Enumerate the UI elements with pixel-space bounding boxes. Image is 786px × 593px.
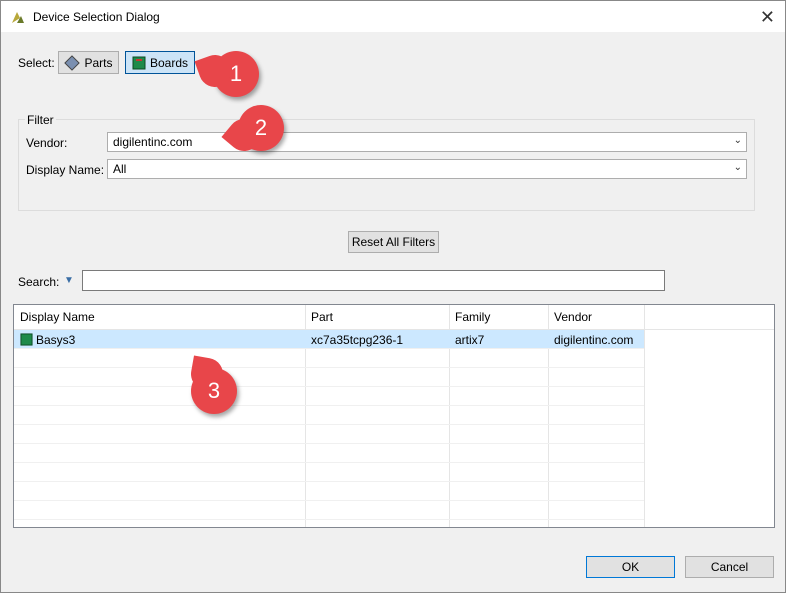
close-icon[interactable]: ✕: [760, 7, 775, 28]
chevron-down-icon: ⌄: [733, 135, 742, 146]
cell-display-name: Basys3: [36, 332, 76, 347]
board-icon: [132, 56, 146, 69]
search-input[interactable]: [82, 270, 665, 291]
boards-label: Boards: [149, 55, 189, 70]
callout-marker-1: 1: [194, 50, 259, 97]
boards-table: Display Name Part Family Vendor Basys3 x…: [13, 304, 775, 528]
vendor-value: digilentinc.com: [113, 135, 193, 149]
callout-marker-2: 2: [221, 105, 284, 158]
parts-label: Parts: [84, 55, 113, 70]
vivado-logo-icon: [12, 11, 24, 23]
select-label: Select:: [18, 56, 55, 70]
title-bar: Device Selection Dialog ✕: [1, 1, 785, 32]
ok-button[interactable]: OK: [586, 556, 675, 578]
board-icon: [20, 333, 33, 346]
dialog-window: Device Selection Dialog ✕ Select: Parts …: [0, 0, 786, 593]
filter-legend: Filter: [25, 113, 56, 127]
column-header-family[interactable]: Family: [449, 305, 490, 329]
column-header-display-name[interactable]: Display Name: [14, 305, 95, 329]
display-name-dropdown[interactable]: All ⌄: [107, 159, 747, 179]
callout-marker-3: 3: [188, 355, 237, 414]
vendor-label: Vendor:: [26, 136, 68, 150]
cell-part: xc7a35tcpg236-1: [311, 332, 404, 347]
window-title: Device Selection Dialog: [33, 9, 160, 24]
column-header-vendor[interactable]: Vendor: [548, 305, 592, 329]
search-options-triangle-icon[interactable]: ▼: [64, 275, 74, 286]
column-header-part[interactable]: Part: [305, 305, 333, 329]
display-name-label: Display Name:: [26, 163, 105, 177]
reset-filters-button[interactable]: Reset All Filters: [348, 231, 439, 253]
cancel-button[interactable]: Cancel: [685, 556, 774, 578]
display-name-value: All: [113, 162, 127, 176]
parts-button[interactable]: Parts: [58, 51, 119, 74]
cell-vendor: digilentinc.com: [554, 332, 634, 347]
table-row[interactable]: Basys3 xc7a35tcpg236-1 artix7 digilentin…: [14, 330, 644, 349]
vendor-dropdown[interactable]: digilentinc.com ⌄: [107, 132, 747, 152]
cell-family: artix7: [455, 332, 485, 347]
search-label: Search:: [18, 275, 60, 289]
chip-icon: [64, 54, 81, 71]
boards-button[interactable]: Boards: [125, 51, 195, 74]
chevron-down-icon: ⌄: [733, 162, 742, 173]
